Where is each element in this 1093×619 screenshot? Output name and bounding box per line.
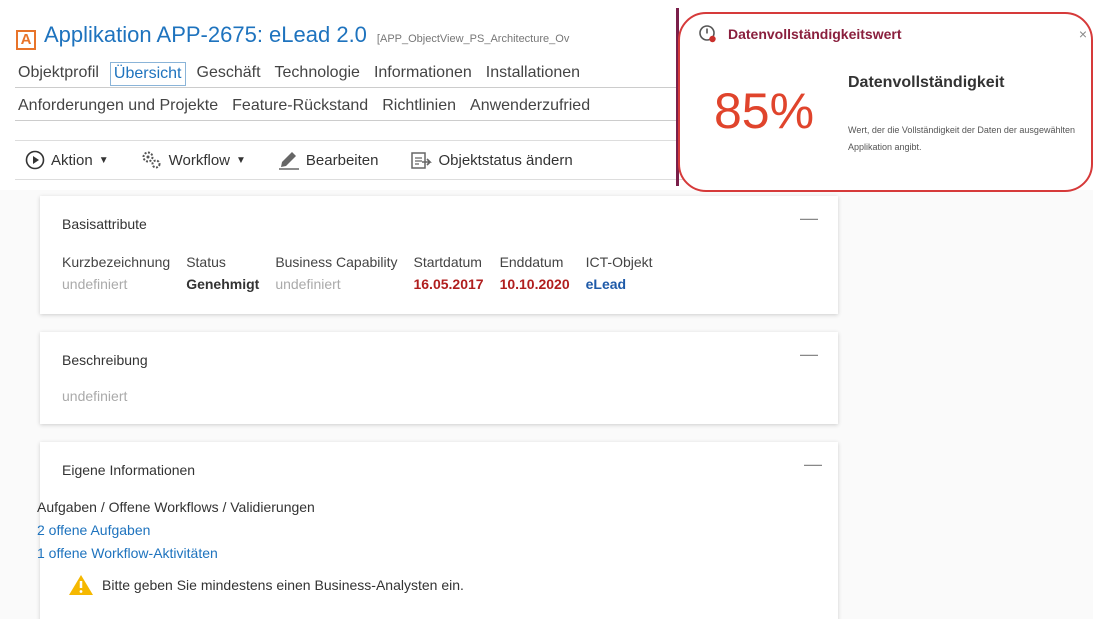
title-row: A Applikation APP-2675: eLead 2.0 [APP_O…: [16, 22, 570, 50]
tab-installationen[interactable]: Installationen: [483, 62, 583, 86]
tab-objektprofil[interactable]: Objektprofil: [15, 62, 102, 86]
attr-label: Status: [186, 254, 226, 270]
card-title: Eigene Informationen: [62, 462, 196, 478]
attr-label: Enddatum: [499, 254, 564, 270]
tab-informationen[interactable]: Informationen: [371, 62, 475, 86]
collapse-icon[interactable]: —: [804, 454, 1073, 475]
attr-label: ICT-Objekt: [585, 254, 653, 270]
attr-value: 10.10.2020: [499, 276, 570, 292]
chevron-down-icon: ▼: [236, 154, 246, 166]
popover-header: Datenvollständigkeitswert: [698, 24, 902, 44]
tab-anforderungen[interactable]: Anforderungen und Projekte: [15, 95, 221, 117]
collapse-icon[interactable]: —: [800, 344, 818, 365]
attr-startdatum: Startdatum 16.05.2017: [413, 254, 483, 292]
document-status-icon: [411, 152, 433, 169]
description-card: Beschreibung — undefiniert: [40, 332, 838, 424]
attr-label: Kurzbezeichnung: [62, 254, 171, 270]
tab-bar-primary: Objektprofil Übersicht Geschäft Technolo…: [15, 62, 591, 86]
object-view-code: [APP_ObjectView_PS_Architecture_Ov: [376, 33, 570, 45]
warning-text: Bitte geben Sie mindestens einen Busines…: [102, 577, 464, 593]
attr-value: undefiniert: [275, 276, 341, 292]
description-value: undefiniert: [62, 388, 128, 404]
card-title: Beschreibung: [62, 352, 148, 368]
attr-value: undefiniert: [62, 276, 128, 292]
attr-ict-objekt: ICT-Objekt eLead: [586, 254, 653, 292]
change-status-button[interactable]: Objektstatus ändern: [410, 150, 573, 170]
pencil-icon: [278, 152, 299, 170]
info-clock-icon: [699, 25, 716, 43]
tab-anwenderzufriedenheit[interactable]: Anwenderzufried: [467, 95, 593, 117]
tab-technologie[interactable]: Technologie: [272, 62, 363, 86]
attribute-grid: Kurzbezeichnung undefiniert Status Geneh…: [62, 254, 669, 292]
attr-value: Genehmigt: [186, 276, 260, 292]
basis-attributes-card: Basisattribute — Kurzbezeichnung undefin…: [40, 196, 838, 314]
tab-uebersicht[interactable]: Übersicht: [109, 62, 186, 86]
attr-label: Business Capability: [275, 254, 398, 270]
tasks-heading: Aufgaben / Offene Workflows / Validierun…: [37, 499, 315, 515]
attr-enddatum: Enddatum 10.10.2020: [500, 254, 570, 292]
gears-icon: [142, 151, 161, 169]
open-workflows-link[interactable]: 1 offene Workflow-Aktivitäten: [37, 545, 218, 561]
completeness-description: Wert, der die Vollständigkeit der Daten …: [848, 125, 1075, 153]
tab-divider: [15, 87, 695, 88]
action-menu-button[interactable]: Aktion ▼: [25, 150, 109, 170]
attr-kurzbezeichnung: Kurzbezeichnung undefiniert: [62, 254, 170, 292]
attr-business-capability: Business Capability undefiniert: [275, 254, 397, 292]
play-circle-icon: [25, 150, 45, 170]
workflow-label: Workflow: [168, 151, 231, 169]
application-icon: A: [16, 30, 36, 50]
open-tasks-link[interactable]: 2 offene Aufgaben: [37, 522, 150, 538]
edit-button[interactable]: Bearbeiten: [278, 150, 379, 170]
edit-label: Bearbeiten: [305, 151, 379, 169]
tab-bar-secondary: Anforderungen und Projekte Feature-Rücks…: [15, 95, 601, 117]
collapse-icon[interactable]: —: [800, 208, 818, 229]
ict-object-link[interactable]: eLead: [586, 276, 653, 292]
tab-geschaeft[interactable]: Geschäft: [194, 62, 264, 86]
attr-label: Startdatum: [413, 254, 482, 270]
action-label: Aktion: [51, 151, 93, 169]
page-title: Applikation APP-2675: eLead 2.0: [44, 22, 367, 47]
completeness-popover: Datenvollständigkeitswert × 85% Datenvol…: [678, 12, 1093, 192]
toolbar: Aktion ▼ Workflow ▼ Bearbeiten Objektsta…: [15, 140, 685, 180]
validation-warning: Bitte geben Sie mindestens einen Busines…: [68, 574, 464, 596]
completeness-percent: 85%: [714, 83, 815, 139]
completeness-heading: Datenvollständigkeit: [848, 74, 1005, 91]
change-status-label: Objektstatus ändern: [438, 151, 573, 169]
popover-title: Datenvollständigkeitswert: [728, 26, 902, 42]
close-icon[interactable]: ×: [1079, 26, 1087, 42]
attr-status: Status Genehmigt: [186, 254, 259, 292]
tab-feature-rueckstand[interactable]: Feature-Rückstand: [229, 95, 371, 117]
attr-value: 16.05.2017: [413, 276, 484, 292]
workflow-menu-button[interactable]: Workflow ▼: [141, 150, 246, 170]
chevron-down-icon: ▼: [98, 154, 109, 166]
tab-divider: [15, 120, 695, 121]
warning-icon: [69, 575, 93, 595]
tab-richtlinien[interactable]: Richtlinien: [379, 95, 459, 117]
card-title: Basisattribute: [62, 216, 147, 232]
